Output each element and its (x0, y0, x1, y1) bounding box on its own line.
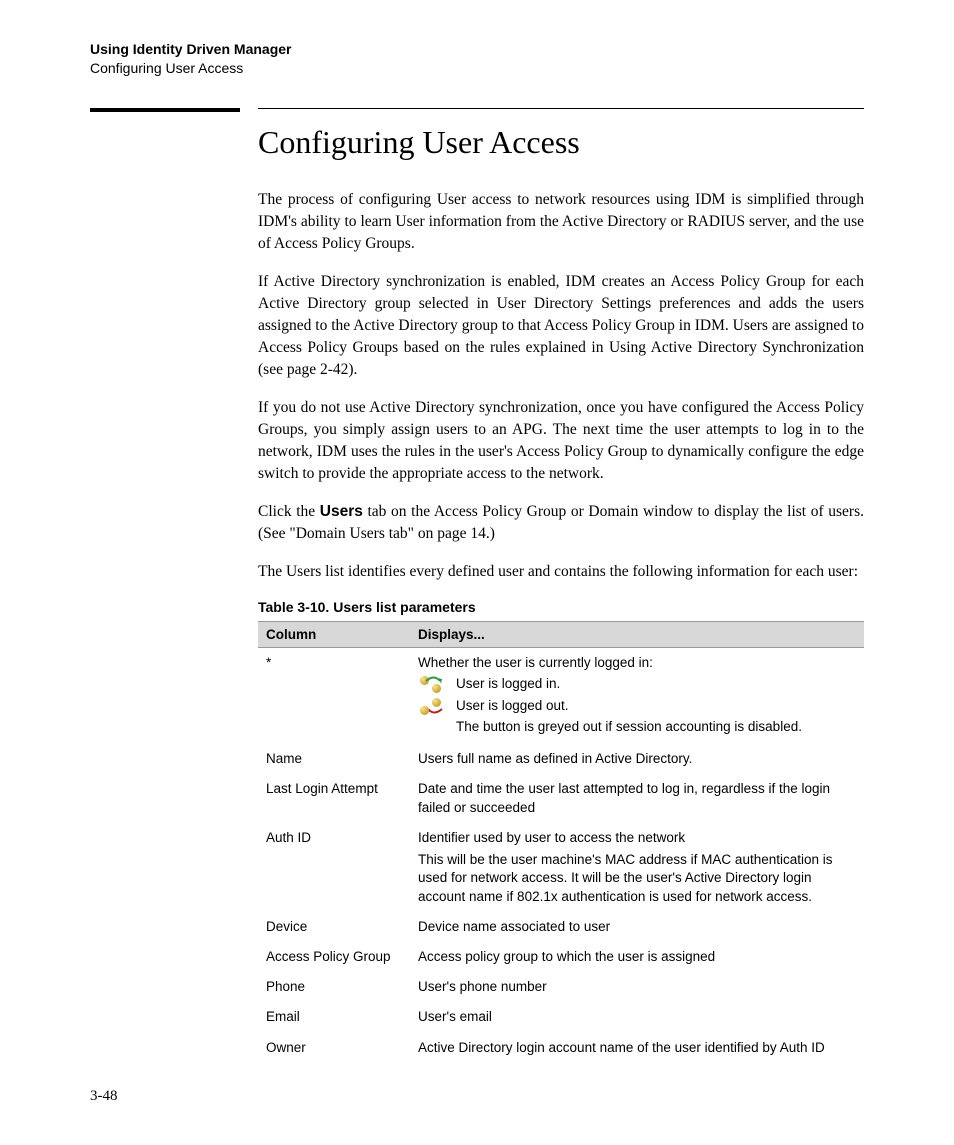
th-column: Column (258, 621, 410, 647)
paragraph-3: If you do not use Active Directory synch… (258, 397, 864, 485)
cell-disp: Date and time the user last attempted to… (410, 774, 864, 822)
header-title: Using Identity Driven Manager (90, 40, 864, 59)
cell-col: Last Login Attempt (258, 774, 410, 822)
table-row: Access Policy Group Access policy group … (258, 942, 864, 972)
cell-col: Email (258, 1002, 410, 1032)
cell-disp: Active Directory login account name of t… (410, 1033, 864, 1063)
cell-disp: User's email (410, 1002, 864, 1032)
authid-line2: This will be the user machine's MAC addr… (418, 851, 856, 906)
p4-pre: Click the (258, 503, 320, 520)
cell-disp: Device name associated to user (410, 912, 864, 942)
section-heading: Configuring User Access (258, 124, 864, 161)
cell-col: Device (258, 912, 410, 942)
paragraph-5: The Users list identifies every defined … (258, 561, 864, 583)
p4-bold: Users (320, 503, 363, 520)
table-row: Phone User's phone number (258, 972, 864, 1002)
cell-disp: Users full name as defined in Active Dir… (410, 744, 864, 774)
table-row: * Whether the user is currently logged i… (258, 647, 864, 744)
status-logged-in-row: User is logged in. (418, 674, 856, 694)
table-row: Last Login Attempt Date and time the use… (258, 774, 864, 822)
table-caption: Table 3-10. Users list parameters (258, 599, 864, 615)
cell-disp: User's phone number (410, 972, 864, 1002)
page-header: Using Identity Driven Manager Configurin… (90, 40, 864, 78)
table-row: Owner Active Directory login account nam… (258, 1033, 864, 1063)
cell-col: Owner (258, 1033, 410, 1063)
status-logged-out-text: User is logged out. (456, 697, 856, 715)
cell-col: Name (258, 744, 410, 774)
user-login-icon (418, 674, 446, 694)
status-intro: Whether the user is currently logged in: (418, 654, 856, 672)
status-logged-out-row: User is logged out. (418, 696, 856, 716)
page-number: 3-48 (90, 1088, 118, 1105)
cell-col: Phone (258, 972, 410, 1002)
cell-disp: Identifier used by user to access the ne… (410, 823, 864, 912)
paragraph-4: Click the Users tab on the Access Policy… (258, 501, 864, 545)
th-displays: Displays... (410, 621, 864, 647)
status-disabled-text: The button is greyed out if session acco… (456, 718, 856, 736)
table-row: Device Device name associated to user (258, 912, 864, 942)
paragraph-1: The process of configuring User access t… (258, 189, 864, 255)
table-row: Auth ID Identifier used by user to acces… (258, 823, 864, 912)
main-content: Configuring User Access The process of c… (258, 124, 864, 1063)
cell-col: Auth ID (258, 823, 410, 912)
authid-line1: Identifier used by user to access the ne… (418, 829, 856, 847)
cell-col: Access Policy Group (258, 942, 410, 972)
status-disabled-row: The button is greyed out if session acco… (418, 718, 856, 736)
section-rule (90, 108, 864, 112)
users-list-parameters-table: Column Displays... * Whether the user is… (258, 621, 864, 1063)
paragraph-2: If Active Directory synchronization is e… (258, 271, 864, 381)
cell-disp: Whether the user is currently logged in:… (410, 647, 864, 744)
header-subtitle: Configuring User Access (90, 59, 864, 78)
cell-disp: Access policy group to which the user is… (410, 942, 864, 972)
table-row: Email User's email (258, 1002, 864, 1032)
table-row: Name Users full name as defined in Activ… (258, 744, 864, 774)
status-logged-in-text: User is logged in. (456, 675, 856, 693)
cell-col: * (258, 647, 410, 744)
user-logout-icon (418, 696, 446, 716)
